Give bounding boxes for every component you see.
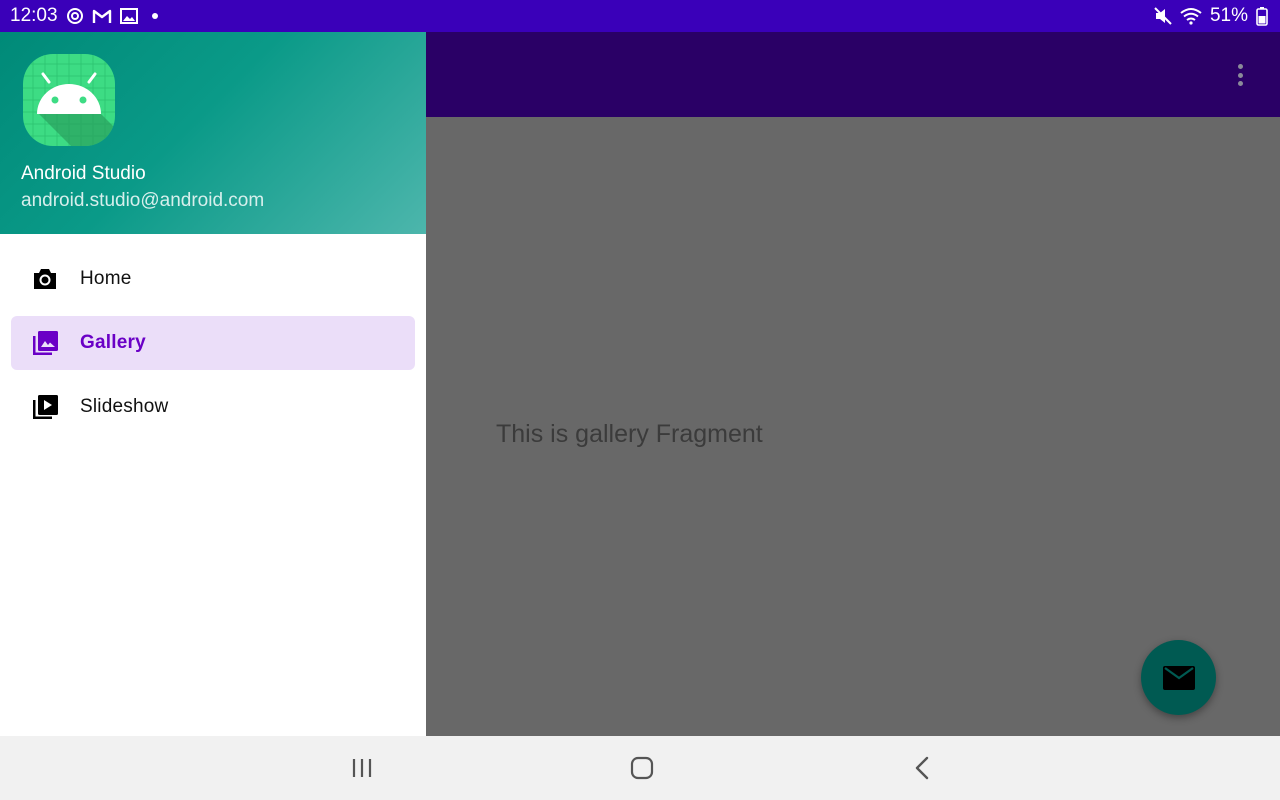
nav-item-home[interactable]: Home [11,252,415,306]
status-bar: 12:03 51% [0,0,1280,32]
user-email: android.studio@android.com [21,190,265,211]
gallery-icon [31,329,59,357]
image-icon [119,8,138,24]
recents-icon[interactable] [342,752,382,784]
nav-label-slideshow: Slideshow [80,396,169,417]
home-icon[interactable] [622,752,662,784]
nav-label-home: Home [80,268,132,289]
mail-icon [1162,665,1195,690]
system-nav-bar [0,736,1280,800]
status-right: 51% [1154,5,1268,27]
content-area[interactable]: This is gallery Fragment [426,117,1280,736]
nav-menu: Home Gallery Slideshow [0,234,426,434]
notification-dot [151,13,158,19]
camera-icon [31,265,59,293]
mail-fab-button[interactable] [1141,640,1216,715]
back-icon[interactable] [902,752,942,784]
battery-icon [1256,6,1268,26]
more-vert-icon[interactable] [1226,60,1254,90]
nav-label-gallery: Gallery [80,332,146,353]
android-logo-icon [21,52,117,148]
battery-percent: 51% [1209,5,1248,26]
drawer-header: Android Studio android.studio@android.co… [0,32,426,234]
navigation-drawer: Android Studio android.studio@android.co… [0,32,426,736]
nav-item-slideshow[interactable]: Slideshow [11,380,415,434]
gmail-icon [92,8,112,24]
app-bar [426,32,1280,117]
user-name: Android Studio [21,163,146,184]
wifi-icon [1180,7,1202,25]
status-time: 12:03 [10,5,58,26]
fragment-text: This is gallery Fragment [496,420,763,448]
slideshow-icon [31,393,59,421]
sync-icon [66,7,84,25]
nav-item-gallery[interactable]: Gallery [11,316,415,370]
mute-icon [1154,7,1172,25]
status-left: 12:03 [10,5,158,27]
